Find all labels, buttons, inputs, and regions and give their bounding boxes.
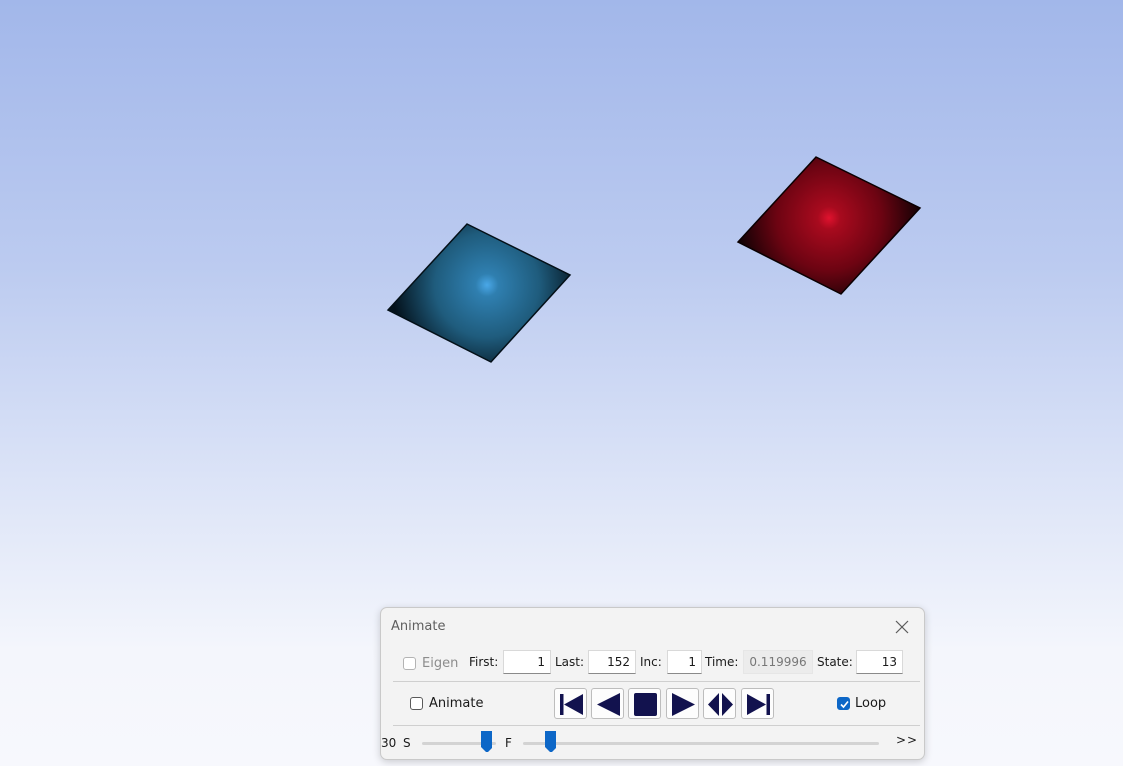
skip-to-first-button[interactable] [554, 688, 587, 719]
animate-dialog: Animate Eigen First: 1 Last: 152 Inc: 1 … [380, 607, 925, 760]
red-plate [736, 156, 922, 295]
eigen-checkbox[interactable] [403, 657, 416, 670]
blue-plate [386, 223, 572, 363]
stop-icon [634, 693, 657, 716]
inc-field[interactable]: 1 [667, 650, 702, 674]
loop-label: Loop [855, 696, 887, 711]
frame-slider-thumb[interactable] [544, 730, 557, 752]
animate-checkbox[interactable] [410, 697, 423, 710]
playback-row: Animate Loop [381, 684, 924, 724]
last-label: Last: [555, 655, 585, 669]
bounce-icon [708, 693, 733, 716]
speed-slider-thumb[interactable] [480, 730, 493, 752]
divider [393, 681, 920, 682]
dialog-title: Animate [391, 619, 446, 634]
divider [393, 725, 920, 726]
speed-row: 30 S F >> [381, 728, 924, 758]
close-icon [895, 620, 909, 634]
time-label: Time: [705, 655, 739, 669]
step-backward-icon [597, 693, 620, 716]
eigen-label: Eigen [422, 656, 459, 671]
range-row: Eigen First: 1 Last: 152 Inc: 1 Time: 0.… [381, 648, 924, 680]
play-icon [672, 693, 695, 716]
more-button[interactable]: >> [896, 733, 918, 747]
inc-label: Inc: [640, 655, 662, 669]
skip-to-last-icon [747, 694, 770, 715]
first-label: First: [469, 655, 499, 669]
stop-button[interactable] [628, 688, 661, 719]
last-field[interactable]: 152 [588, 650, 636, 674]
time-field: 0.119996 [743, 650, 813, 674]
speed-value-label: 30 [381, 736, 397, 750]
loop-checkbox[interactable] [837, 697, 850, 710]
skip-to-last-button[interactable] [741, 688, 774, 719]
dialog-title-bar[interactable]: Animate [381, 608, 924, 646]
state-label: State: [817, 655, 853, 669]
first-field[interactable]: 1 [503, 650, 551, 674]
skip-to-first-icon [560, 694, 583, 715]
bounce-button[interactable] [703, 688, 736, 719]
checkmark-icon [840, 700, 849, 709]
fast-label: F [505, 736, 512, 750]
state-field[interactable]: 13 [856, 650, 903, 674]
frame-slider-track[interactable] [523, 742, 879, 745]
close-button[interactable] [890, 616, 914, 638]
slow-label: S [403, 736, 411, 750]
step-backward-button[interactable] [591, 688, 624, 719]
play-button[interactable] [666, 688, 699, 719]
animate-label: Animate [429, 696, 484, 711]
